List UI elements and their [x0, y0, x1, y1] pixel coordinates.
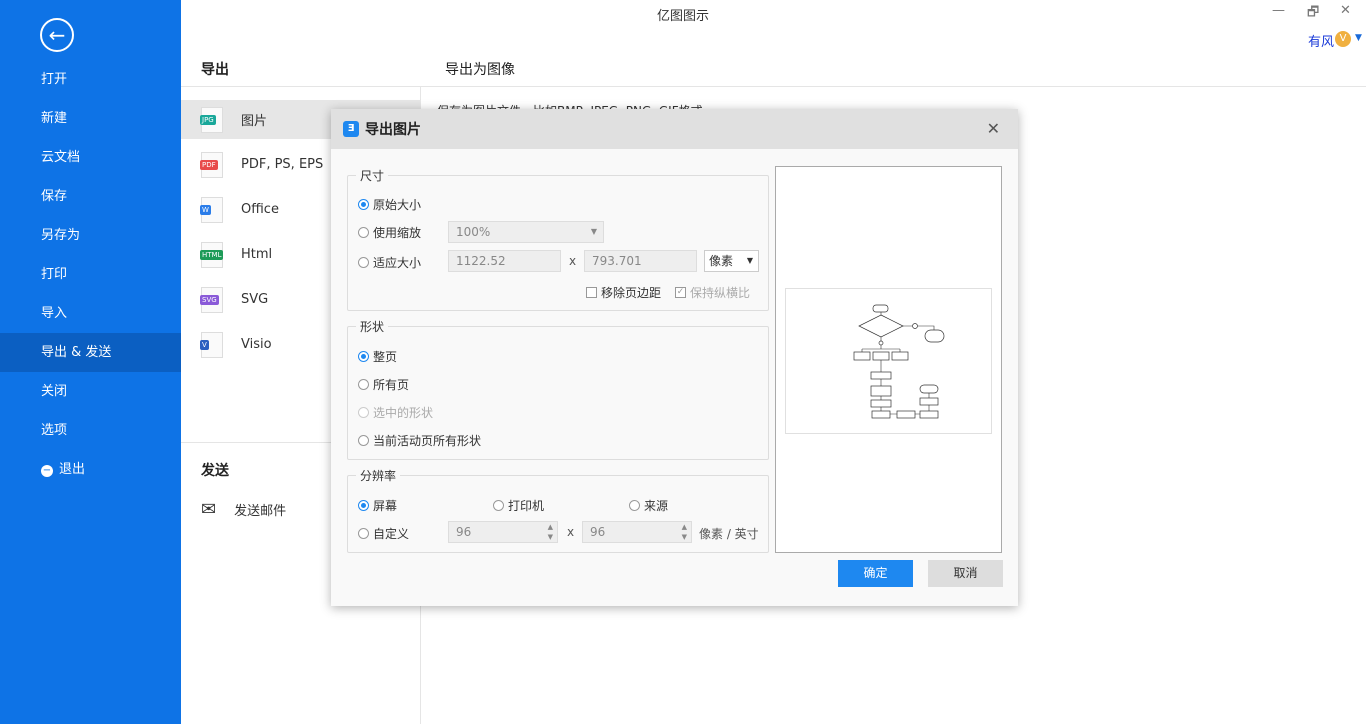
cancel-button[interactable]: 取消	[928, 560, 1003, 587]
resolution-legend: 分辨率	[360, 469, 397, 483]
sidebar-item-new[interactable]: 新建	[0, 99, 181, 138]
format-label: Html	[241, 247, 273, 262]
keep-ratio-checkbox[interactable]: ✓ 保持纵横比	[675, 284, 750, 301]
size-legend: 尺寸	[360, 169, 385, 183]
format-label: SVG	[241, 292, 269, 307]
format-label: 图片	[241, 114, 268, 129]
shape-legend: 形状	[360, 320, 385, 334]
divider	[181, 86, 1366, 87]
format-label: Office	[241, 202, 279, 217]
radio-all-pages[interactable]: 所有页	[358, 376, 409, 393]
content-heading: 导出为图像	[445, 62, 515, 78]
send-heading: 发送	[201, 463, 229, 479]
sidebar: ← 打开 新建 云文档 保存 另存为 打印 导入 导出 & 发送 关闭 选项 −…	[0, 0, 181, 724]
minus-circle-icon: −	[41, 465, 53, 477]
radio-screen[interactable]: 屏幕	[358, 497, 397, 514]
dialog-header: Ǝ 导出图片	[331, 109, 1018, 149]
ok-button[interactable]: 确定	[838, 560, 913, 587]
flowchart-thumbnail	[853, 304, 945, 419]
times-label: x	[567, 525, 575, 539]
dialog-close-button[interactable]: ✕	[987, 119, 1000, 138]
dpi-x-stepper[interactable]: 96 ▲ ▼	[448, 521, 558, 543]
send-email-label: 发送邮件	[234, 504, 287, 519]
minimize-button[interactable]: —	[1272, 3, 1285, 18]
export-heading: 导出	[201, 62, 229, 78]
word-file-icon: W	[200, 196, 223, 223]
export-image-dialog: Ǝ 导出图片 ✕ 尺寸 原始大小 使用缩放 100% ▼ 适应大小 1122.52 …	[331, 109, 1018, 606]
user-name[interactable]: 有风	[1308, 31, 1334, 50]
times-label: x	[569, 254, 577, 268]
visio-file-icon: V	[200, 331, 223, 358]
close-button[interactable]: ✕	[1340, 3, 1351, 18]
radio-selected-shapes[interactable]: 选中的形状	[358, 404, 433, 421]
radio-use-zoom[interactable]: 使用缩放	[358, 224, 421, 241]
format-label: Visio	[241, 337, 272, 352]
height-input[interactable]: 793.701	[584, 250, 697, 272]
mail-icon: ✉	[201, 499, 217, 520]
width-input[interactable]: 1122.52	[448, 250, 561, 272]
svg-file-icon: SVG	[200, 286, 223, 313]
remove-margin-checkbox[interactable]: 移除页边距	[586, 284, 661, 301]
sidebar-item-exit[interactable]: − 退出	[0, 450, 181, 489]
jpg-file-icon: JPG	[200, 106, 223, 133]
dpi-unit-label: 像素 / 英寸	[699, 527, 759, 541]
radio-current-page-shapes[interactable]: 当前活动页所有形状	[358, 432, 481, 449]
sidebar-item-save[interactable]: 保存	[0, 177, 181, 216]
zoom-select[interactable]: 100% ▼	[448, 221, 604, 243]
format-label: PDF, PS, EPS	[241, 157, 324, 172]
sidebar-item-print[interactable]: 打印	[0, 255, 181, 294]
app-logo-icon: Ǝ	[343, 121, 359, 137]
radio-original-size[interactable]: 原始大小	[358, 196, 421, 213]
preview-page	[785, 288, 992, 434]
app-title: 亿图图示	[656, 9, 709, 24]
preview-panel	[775, 166, 1002, 553]
sidebar-item-close[interactable]: 关闭	[0, 372, 181, 411]
user-dropdown-icon[interactable]: ▼	[1355, 33, 1362, 43]
dpi-y-stepper[interactable]: 96 ▲ ▼	[582, 521, 692, 543]
sidebar-item-export-send[interactable]: 导出 & 发送	[0, 333, 181, 372]
restore-button[interactable]: 🗗	[1307, 3, 1319, 25]
sidebar-item-open[interactable]: 打开	[0, 60, 181, 99]
html-file-icon: HTML	[200, 241, 224, 268]
sidebar-item-import[interactable]: 导入	[0, 294, 181, 333]
exit-label: 退出	[59, 462, 86, 477]
radio-source[interactable]: 来源	[629, 497, 668, 514]
radio-whole-page[interactable]: 整页	[358, 348, 397, 365]
pdf-file-icon: PDF	[200, 151, 223, 178]
sidebar-item-save-as[interactable]: 另存为	[0, 216, 181, 255]
radio-fit-size[interactable]: 适应大小	[358, 254, 421, 271]
vip-badge-icon: V	[1335, 31, 1351, 47]
sidebar-item-cloud[interactable]: 云文档	[0, 138, 181, 177]
radio-printer[interactable]: 打印机	[493, 497, 544, 514]
unit-select[interactable]: 像素 ▼	[704, 250, 759, 272]
sidebar-item-options[interactable]: 选项	[0, 411, 181, 450]
radio-custom[interactable]: 自定义	[358, 525, 409, 542]
dialog-title: 导出图片	[365, 122, 421, 138]
